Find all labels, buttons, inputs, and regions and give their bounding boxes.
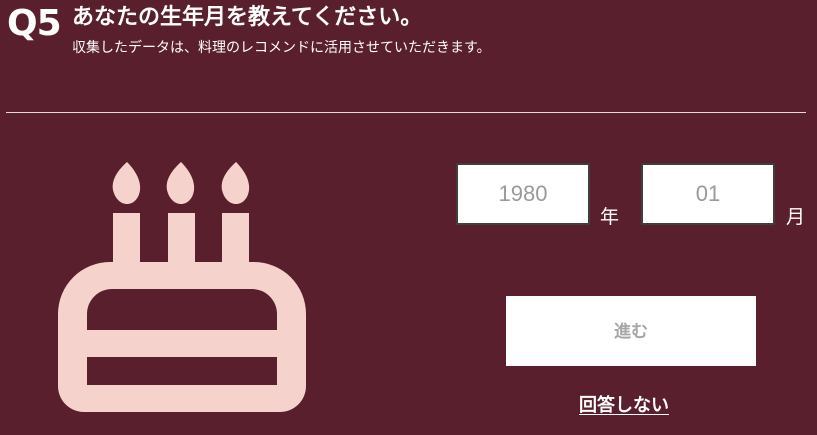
question-subtitle: 収集したデータは、料理のレコメンドに活用させていただきます。 [72, 40, 491, 56]
candle [168, 213, 195, 265]
cake-body [58, 262, 306, 412]
skip-answer-link[interactable]: 回答しない [579, 394, 669, 418]
next-button[interactable]: 進む [506, 296, 756, 366]
header-divider [6, 112, 806, 113]
candle-flame-icon [112, 162, 141, 204]
birth-month-input[interactable] [641, 163, 775, 225]
candle [113, 213, 140, 265]
candle-flame-icon [166, 162, 195, 204]
question-title: あなたの生年月を教えてください。 [72, 5, 423, 30]
year-unit-label: 年 [600, 206, 620, 228]
birth-year-input[interactable] [456, 163, 590, 225]
candle-flame-icon [221, 162, 250, 204]
candle [222, 213, 249, 265]
question-number: Q5 [7, 3, 62, 44]
month-unit-label: 月 [786, 206, 806, 228]
